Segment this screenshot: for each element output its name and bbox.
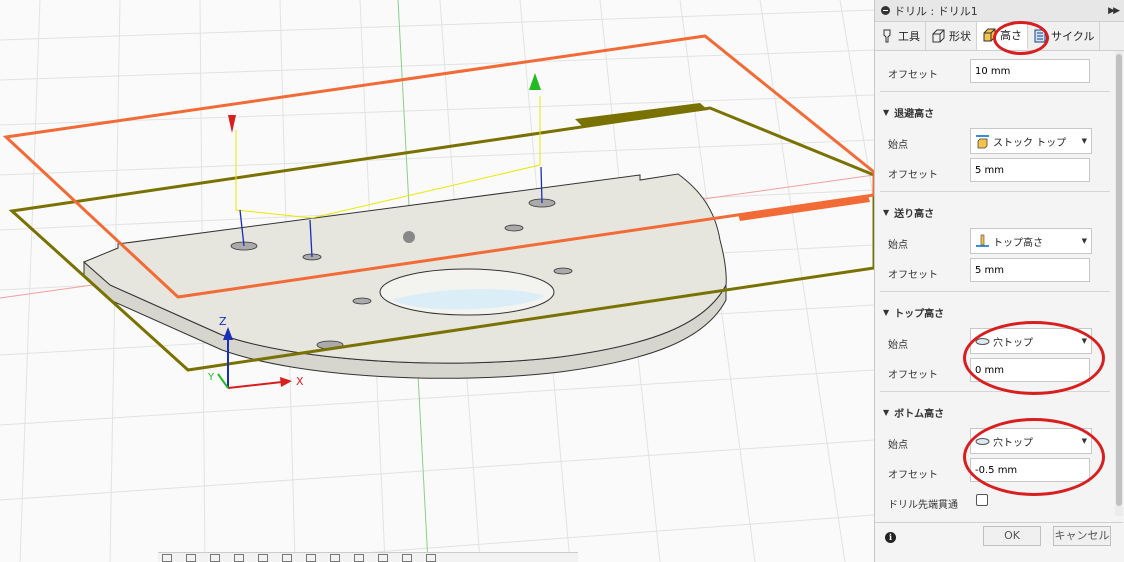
divider bbox=[880, 391, 1110, 392]
dropdown-arrow-icon: ▼ bbox=[1081, 237, 1087, 245]
hole-top-icon bbox=[975, 337, 990, 345]
collapse-triangle-icon: ▼ bbox=[883, 408, 890, 417]
tool-direction-arrow-red bbox=[228, 115, 236, 133]
axis-label-y: Y bbox=[207, 372, 215, 383]
top-from-select[interactable]: 穴トップ ▼ bbox=[970, 328, 1092, 354]
feed-group-header[interactable]: ▼ 送り高さ bbox=[883, 205, 934, 220]
bottom-height-group-header[interactable]: ▼ ボトム高さ bbox=[883, 405, 944, 420]
feed-height-label-tag bbox=[575, 103, 708, 127]
retract-from-label: 始点 bbox=[888, 140, 908, 151]
tab-heights[interactable]: 高さ bbox=[977, 22, 1028, 50]
cycle-icon bbox=[1034, 29, 1046, 43]
collapse-icon[interactable] bbox=[881, 6, 890, 15]
fit-icon[interactable] bbox=[258, 554, 268, 562]
feed-offset-field[interactable] bbox=[970, 258, 1090, 282]
bottom-height-heading: ボトム高さ bbox=[894, 409, 945, 420]
tab-tool-label: 工具 bbox=[898, 30, 920, 43]
retract-offset-label: オフセット bbox=[888, 170, 938, 181]
dialog-title: ドリル : ドリル1 bbox=[894, 4, 978, 18]
tab-heights-label: 高さ bbox=[1000, 29, 1022, 42]
stock-top-label-tag bbox=[738, 195, 870, 221]
divider bbox=[880, 191, 1110, 192]
top-from-value: 穴トップ bbox=[993, 337, 1033, 349]
stock-top-icon bbox=[976, 134, 989, 148]
divider bbox=[880, 91, 1110, 92]
orbit-icon[interactable] bbox=[162, 554, 172, 562]
top-height-heading: トップ高さ bbox=[894, 309, 945, 320]
top-offset-label: オフセット bbox=[888, 370, 938, 381]
collapse-triangle-icon: ▼ bbox=[883, 308, 890, 317]
expand-icon[interactable]: ▶▶ bbox=[1108, 6, 1120, 16]
origin-marker bbox=[403, 231, 415, 243]
top-height-icon bbox=[976, 234, 989, 247]
dropdown-arrow-icon: ▼ bbox=[1081, 137, 1087, 145]
look-at-icon[interactable] bbox=[186, 554, 196, 562]
bottom-offset-label: オフセット bbox=[888, 470, 938, 481]
scrollbar-thumb[interactable] bbox=[1116, 54, 1122, 506]
dialog-footer: i OK キャンセル bbox=[875, 522, 1123, 553]
feed-from-select[interactable]: トップ高さ ▼ bbox=[970, 228, 1092, 254]
drill-tip-through-checkbox[interactable] bbox=[976, 494, 988, 506]
part-body[interactable] bbox=[83, 173, 727, 379]
clearance-offset-label: オフセット bbox=[888, 70, 938, 81]
tab-shape[interactable]: 形状 bbox=[926, 22, 977, 50]
retract-group-header[interactable]: ▼ 退避高さ bbox=[883, 105, 934, 120]
collapse-triangle-icon: ▼ bbox=[883, 208, 890, 217]
divider bbox=[880, 291, 1110, 292]
viewports-icon[interactable] bbox=[330, 554, 340, 562]
bottom-toolbar[interactable] bbox=[158, 552, 578, 562]
feed-from-label: 始点 bbox=[888, 240, 908, 251]
pan-icon[interactable] bbox=[210, 554, 220, 562]
axis-label-z: Z bbox=[219, 315, 227, 328]
bottom-from-select[interactable]: 穴トップ ▼ bbox=[970, 428, 1092, 454]
environment-icon[interactable] bbox=[354, 554, 364, 562]
grid-settings-icon[interactable] bbox=[306, 554, 316, 562]
retract-from-value: ストック トップ bbox=[993, 137, 1067, 149]
retract-heading: 退避高さ bbox=[894, 109, 935, 120]
feed-from-value: トップ高さ bbox=[993, 237, 1043, 249]
tab-tool[interactable]: 工具 bbox=[875, 22, 926, 50]
retract-from-select[interactable]: ストック トップ ▼ bbox=[970, 128, 1092, 154]
tab-cycle-label: サイクル bbox=[1051, 30, 1095, 43]
feed-offset-label: オフセット bbox=[888, 270, 938, 281]
top-from-label: 始点 bbox=[888, 340, 908, 351]
top-offset-field[interactable] bbox=[970, 358, 1090, 382]
top-height-group-header[interactable]: ▼ トップ高さ bbox=[883, 305, 944, 320]
drill-tip-through-label: ドリル先端貫通 bbox=[888, 500, 958, 511]
dropdown-arrow-icon: ▼ bbox=[1081, 437, 1087, 445]
cancel-button[interactable]: キャンセル bbox=[1053, 526, 1111, 546]
zoom-icon[interactable] bbox=[234, 554, 244, 562]
panel-scrollbar[interactable] bbox=[1115, 51, 1123, 516]
display-settings-icon[interactable] bbox=[282, 554, 292, 562]
bottom-offset-field[interactable] bbox=[970, 458, 1090, 482]
hole-top-icon bbox=[975, 437, 990, 445]
effects-icon[interactable] bbox=[378, 554, 388, 562]
tab-cycle[interactable]: サイクル bbox=[1028, 22, 1101, 50]
bottom-from-value: 穴トップ bbox=[993, 437, 1033, 449]
bottom-from-label: 始点 bbox=[888, 440, 908, 451]
shape-icon bbox=[932, 29, 945, 43]
ok-button[interactable]: OK bbox=[983, 526, 1041, 546]
dialog-content: オフセット ▼ 退避高さ 始点 ストック トップ ▼ オフセット ▼ 送り高さ … bbox=[875, 51, 1115, 516]
clearance-offset-field[interactable] bbox=[970, 59, 1090, 83]
camera-icon[interactable] bbox=[426, 554, 436, 562]
object-visibility-icon[interactable] bbox=[402, 554, 412, 562]
dialog-header: ドリル : ドリル1 ▶▶ bbox=[875, 0, 1124, 22]
retract-offset-field[interactable] bbox=[970, 158, 1090, 182]
axis-label-x: X bbox=[296, 375, 304, 388]
drill-dialog: ドリル : ドリル1 ▶▶ 工具 形状 高さ サイクル オフセット ▼ 退避高さ bbox=[874, 0, 1124, 562]
info-icon[interactable]: i bbox=[885, 532, 896, 543]
dropdown-arrow-icon: ▼ bbox=[1081, 337, 1087, 345]
tool-direction-arrow-green bbox=[529, 73, 541, 90]
3d-viewport[interactable]: Z X Y bbox=[0, 0, 874, 562]
tab-shape-label: 形状 bbox=[949, 30, 971, 43]
heights-icon bbox=[983, 28, 996, 42]
dialog-tabs: 工具 形状 高さ サイクル bbox=[875, 22, 1124, 51]
tool-icon bbox=[883, 29, 891, 43]
model-canvas[interactable]: Z X Y bbox=[0, 0, 874, 562]
collapse-triangle-icon: ▼ bbox=[883, 108, 890, 117]
feed-heading: 送り高さ bbox=[894, 209, 935, 220]
